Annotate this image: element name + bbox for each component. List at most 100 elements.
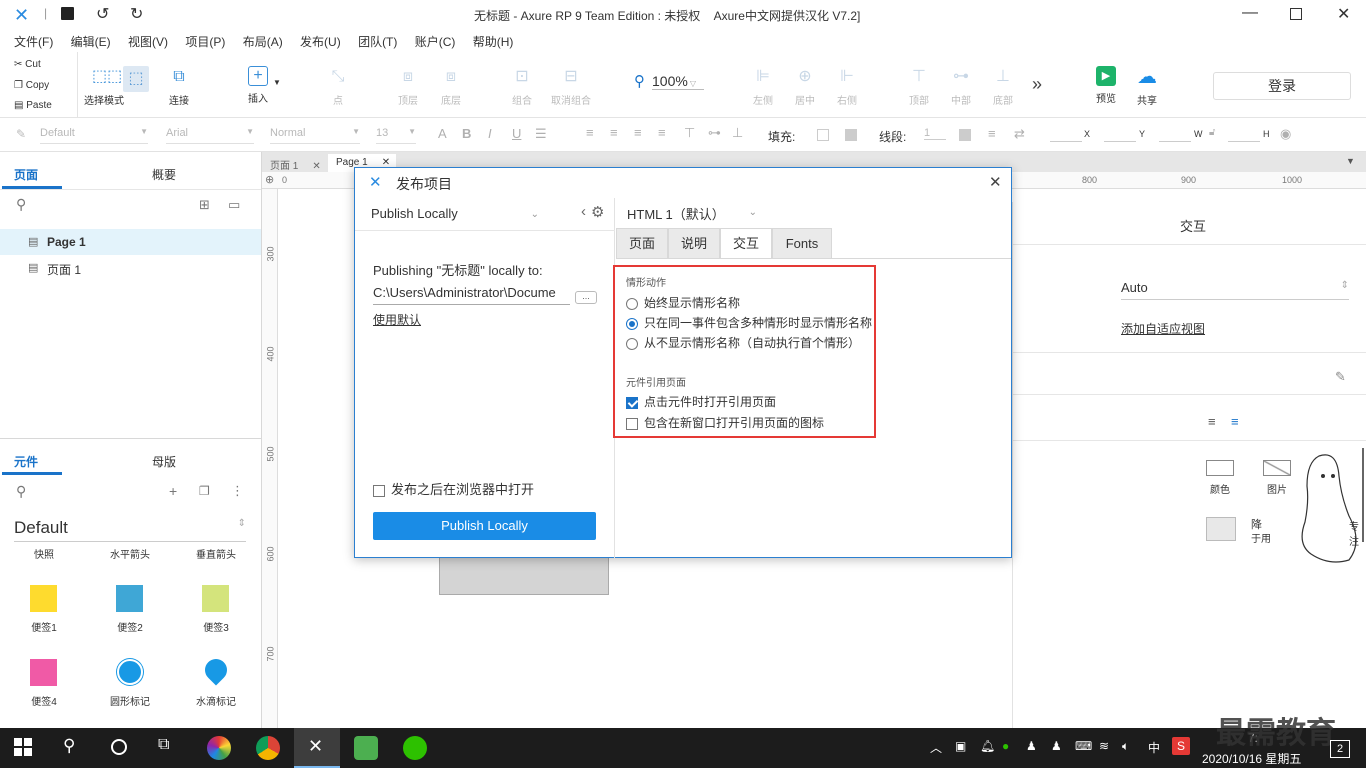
color-fill-icon[interactable] <box>1206 460 1234 476</box>
search-icon[interactable]: ⚲ <box>16 196 26 213</box>
tab-pages-settings[interactable]: 页面 <box>616 228 668 258</box>
wechat-icon[interactable] <box>403 736 427 760</box>
canvas-tab[interactable]: 页面 1 ✕ <box>262 154 328 172</box>
tab-widgets[interactable]: 元件 <box>14 453 38 470</box>
tray-app-icon[interactable]: ▣ <box>955 739 966 753</box>
shadow-swatch[interactable] <box>845 129 857 141</box>
undo-icon[interactable]: ↺ <box>96 4 109 24</box>
interaction-tab[interactable]: 交互 <box>1180 216 1206 235</box>
tray-qq-icon-2[interactable]: ♟ <box>1051 739 1062 753</box>
weight-select[interactable]: Normal ▼ <box>270 127 360 144</box>
align-list-icon[interactable]: ≡ <box>1208 414 1216 429</box>
clock-date[interactable]: 2020/10/16 星期五 <box>1202 750 1301 767</box>
line-width-input[interactable]: 1 <box>924 127 946 140</box>
library-copy-icon[interactable]: ❐ <box>199 484 210 498</box>
tab-fonts[interactable]: Fonts <box>772 228 832 258</box>
font-size-select[interactable]: 13 ▼ <box>376 127 416 144</box>
notification-bell-icon[interactable]: 🔔︎ <box>980 739 995 753</box>
color-app-icon[interactable] <box>207 736 231 760</box>
menu-account[interactable]: 账户(C) <box>415 30 456 50</box>
tab-interactions[interactable]: 交互 <box>720 228 772 258</box>
fill-color-swatch[interactable] <box>817 129 829 141</box>
add-page-icon[interactable]: ⊞ <box>199 197 210 213</box>
menu-team[interactable]: 团队(T) <box>358 30 397 50</box>
windows-start-icon[interactable] <box>14 738 32 756</box>
style-select[interactable]: Default ▼ <box>40 127 148 144</box>
insert-button[interactable]: + 插入 <box>238 66 278 105</box>
share-button[interactable]: ☁ 共享 <box>1128 66 1166 107</box>
line-color-swatch[interactable] <box>959 129 971 141</box>
radio-never-show[interactable]: 从不显示情形名称（自动执行首个情形） <box>626 334 860 351</box>
notification-center-icon[interactable]: 2 <box>1330 740 1350 758</box>
canvas-shape[interactable] <box>439 557 609 595</box>
save-icon[interactable] <box>61 7 74 20</box>
page-item-selected[interactable]: ▤ Page 1 <box>0 229 261 255</box>
copy-button[interactable]: ❐ Copy <box>14 80 49 91</box>
task-view-icon[interactable]: ⧉ <box>158 736 169 754</box>
axure-taskbar-button[interactable]: ✕ <box>294 728 340 768</box>
checkbox-open-reference[interactable]: 点击元件时打开引用页面 <box>626 393 776 410</box>
preview-button[interactable]: ▶ 预览 <box>1088 66 1124 105</box>
cortana-icon[interactable] <box>111 739 127 755</box>
radio-always-show[interactable]: 始终显示情形名称 <box>626 294 740 311</box>
add-library-icon[interactable]: + <box>169 483 177 499</box>
volume-icon[interactable]: 🔈︎ <box>1122 739 1129 754</box>
tray-device-icon[interactable]: ⌨ <box>1075 739 1092 753</box>
x-input[interactable] <box>1050 128 1082 142</box>
tab-pages[interactable]: 页面 <box>14 166 38 183</box>
notes-edit-icon[interactable]: ✎ <box>1335 369 1346 385</box>
sticky-note-4-widget[interactable] <box>30 659 57 686</box>
tray-expand-icon[interactable]: ︿ <box>930 739 942 756</box>
visibility-icon[interactable]: ◉ <box>1280 126 1291 142</box>
login-button[interactable]: 登录 <box>1213 72 1351 100</box>
open-after-publish-checkbox[interactable]: 发布之后在浏览器中打开 <box>373 479 534 498</box>
circle-marker-widget[interactable] <box>117 659 143 685</box>
zoom-select[interactable]: 100% ▽ <box>652 73 704 90</box>
paste-button[interactable]: ▤ Paste <box>14 100 52 111</box>
tab-outline[interactable]: 概要 <box>152 166 176 183</box>
maximize-button[interactable] <box>1290 8 1302 20</box>
cut-button[interactable]: ✂ Cut <box>14 59 41 70</box>
picture-icon[interactable] <box>1206 517 1236 541</box>
publish-target-select[interactable]: Publish Locally ⌄ <box>371 206 539 228</box>
sticky-note-1-widget[interactable] <box>30 585 57 612</box>
add-adaptive-view-link[interactable]: 添加自适应视图 <box>1121 320 1205 337</box>
more-options-icon[interactable]: ⋮ <box>231 483 244 499</box>
use-default-link[interactable]: 使用默认 <box>373 311 421 328</box>
y-input[interactable] <box>1104 128 1136 142</box>
green-app-icon[interactable] <box>354 736 378 760</box>
drop-marker-widget[interactable] <box>200 654 232 686</box>
redo-icon[interactable]: ↻ <box>130 4 143 24</box>
checkbox-new-window-icon[interactable]: 包含在新窗口打开引用页面的图标 <box>626 414 824 431</box>
connect-button[interactable]: ⧉ 连接 <box>160 66 198 107</box>
radio-show-multiple[interactable]: 只在同一事件包含多种情形时显示情形名称 <box>626 314 872 331</box>
width-input[interactable] <box>1159 128 1191 142</box>
menu-help[interactable]: 帮助(H) <box>473 30 514 50</box>
lock-icon[interactable]: 🔓︎ <box>1209 127 1215 138</box>
tray-wechat-icon[interactable]: ● <box>1002 739 1009 753</box>
close-button[interactable]: ✕ <box>1337 4 1350 24</box>
select-contain-button[interactable]: ⬚ <box>123 66 149 92</box>
more-tools-icon[interactable]: » <box>1032 74 1042 95</box>
minimize-button[interactable]: — <box>1242 4 1258 22</box>
add-folder-icon[interactable]: ▭ <box>228 197 240 213</box>
dialog-close-button[interactable]: ✕ <box>989 173 1002 191</box>
gear-icon[interactable]: ⚙ <box>591 203 604 221</box>
browse-button[interactable]: … <box>575 291 597 304</box>
menu-view[interactable]: 视图(V) <box>128 30 168 50</box>
align-center-list-icon[interactable]: ≡ <box>1231 414 1239 429</box>
select-mode-button[interactable]: ⬚⬚ 选择模式 <box>84 66 124 107</box>
path-input[interactable]: C:\Users\Administrator\Docume <box>373 285 570 305</box>
insert-dropdown-icon[interactable]: ▼ <box>273 78 281 87</box>
height-input[interactable] <box>1228 128 1260 142</box>
chevron-down-icon[interactable]: ▼ <box>1346 156 1355 166</box>
close-tab-icon[interactable]: ✕ <box>312 161 320 172</box>
tab-masters[interactable]: 母版 <box>152 453 176 470</box>
library-select[interactable]: Default ⇕ <box>14 518 246 542</box>
chevron-left-icon[interactable]: ‹ <box>581 203 586 220</box>
menu-layout[interactable]: 布局(A) <box>243 30 283 50</box>
sticky-note-2-widget[interactable] <box>116 585 143 612</box>
chrome-icon[interactable] <box>256 736 280 760</box>
sticky-note-3-widget[interactable] <box>202 585 229 612</box>
menu-edit[interactable]: 编辑(E) <box>71 30 111 50</box>
